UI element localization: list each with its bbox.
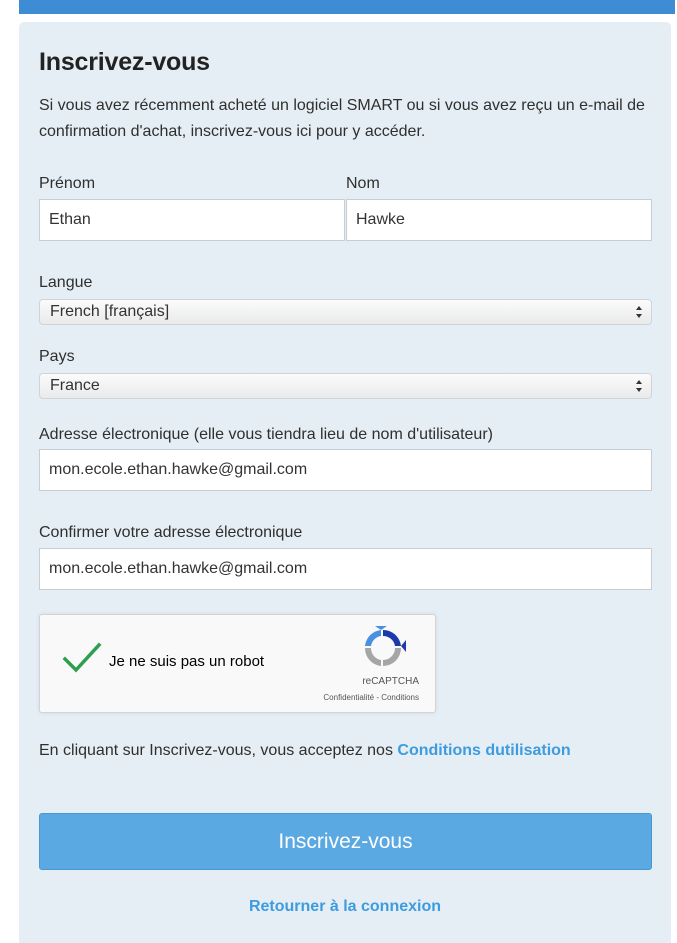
language-label: Langue [39,274,93,291]
terms-prefix: En cliquant sur Inscrivez-vous, vous acc… [39,742,398,759]
country-selected-value: France [50,377,100,394]
top-accent-bar [19,0,675,14]
page-title: Inscrivez-vous [39,48,210,76]
last-name-label: Nom [346,175,380,192]
select-arrows-icon [636,380,642,392]
recaptcha-links[interactable]: Confidentialité - Conditions [323,693,419,702]
recaptcha-label: Je ne suis pas un robot [109,653,265,670]
email-confirm-label: Confirmer votre adresse électronique [39,524,303,541]
language-selected-value: French [français] [50,303,170,320]
intro-text: Si vous avez récemment acheté un logicie… [39,97,645,140]
recaptcha-logo-icon [364,626,406,666]
signup-panel: Inscrivez-vous Si vous avez récemment ac… [19,22,671,943]
email-confirm-input[interactable]: mon.ecole.ethan.hawke@gmail.com [39,548,652,590]
select-arrows-icon [636,306,642,318]
first-name-input[interactable]: Ethan [39,199,345,241]
recaptcha-widget: Je ne suis pas un robot reCAPTCHA Confid… [39,614,436,713]
country-label: Pays [39,348,75,365]
back-to-login-link[interactable]: Retourner à la connexion [19,898,671,916]
language-select[interactable]: French [français] [39,299,652,325]
terms-text: En cliquant sur Inscrivez-vous, vous acc… [39,736,639,766]
email-label: Adresse électronique (elle vous tiendra … [39,426,493,443]
email-input[interactable]: mon.ecole.ethan.hawke@gmail.com [39,449,652,491]
checkmark-icon[interactable] [62,641,102,675]
first-name-label: Prénom [39,175,96,192]
signup-button[interactable]: Inscrivez-vous [39,813,652,870]
recaptcha-brand: reCAPTCHA [362,676,419,687]
last-name-input[interactable]: Hawke [346,199,652,241]
country-select[interactable]: France [39,373,652,399]
terms-link[interactable]: Conditions dutilisation [397,742,570,759]
